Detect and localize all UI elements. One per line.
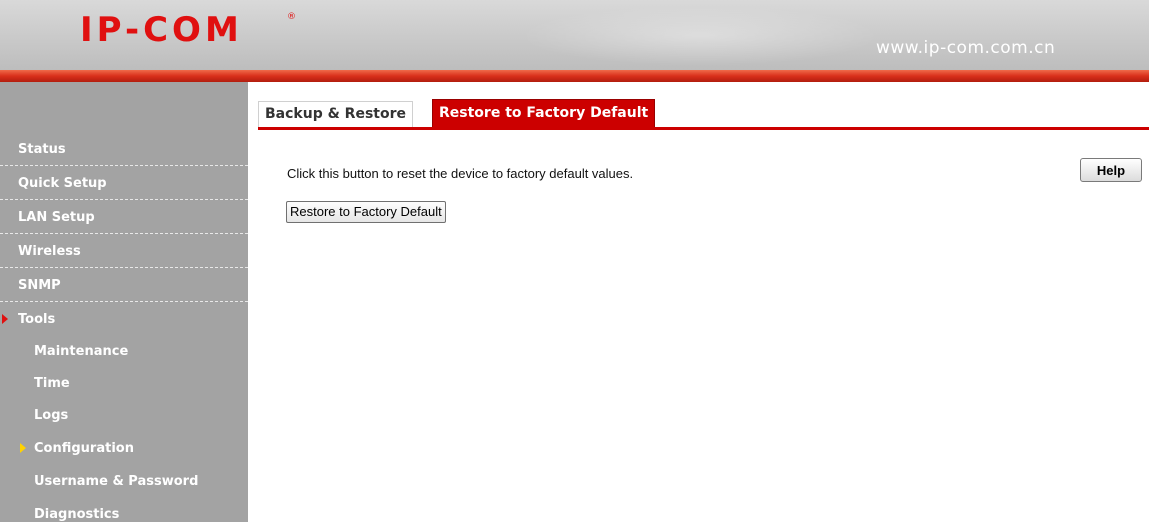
sidebar-item-tools[interactable]: Tools <box>0 303 248 336</box>
sidebar-nav: Status Quick Setup LAN Setup Wireless SN… <box>0 82 248 522</box>
tab-underline <box>258 127 1149 130</box>
header-red-bar <box>0 70 1149 82</box>
registered-mark: ® <box>287 12 296 22</box>
sidebar-subitem-logs[interactable]: Logs <box>0 399 248 432</box>
sidebar-item-status[interactable]: Status <box>0 133 248 166</box>
site-url: www.ip-com.com.cn <box>876 38 1056 58</box>
sidebar-item-label: Quick Setup <box>18 176 107 191</box>
sidebar-subitem-username-password[interactable]: Username & Password <box>0 465 248 498</box>
restore-description: Click this button to reset the device to… <box>287 166 634 181</box>
sidebar-subitem-diagnostics[interactable]: Diagnostics <box>0 498 248 531</box>
sidebar-item-label: Wireless <box>18 244 81 259</box>
sidebar-item-label: Logs <box>34 408 69 423</box>
configuration-active-arrow-icon <box>20 443 26 453</box>
sidebar-subitem-configuration[interactable]: Configuration <box>0 432 248 465</box>
sidebar-item-label: LAN Setup <box>18 210 95 225</box>
sidebar-subitem-maintenance[interactable]: Maintenance <box>0 335 248 368</box>
tab-backup-restore[interactable]: Backup & Restore <box>258 101 413 127</box>
sidebar-item-label: Status <box>18 142 66 157</box>
sidebar-item-label: Time <box>34 376 70 391</box>
sidebar-item-quick-setup[interactable]: Quick Setup <box>0 167 248 200</box>
help-button[interactable]: Help <box>1080 158 1142 182</box>
tab-bar: Backup & Restore Restore to Factory Defa… <box>258 98 1149 130</box>
sidebar-item-snmp[interactable]: SNMP <box>0 269 248 302</box>
world-map-decoration <box>520 6 880 66</box>
sidebar-item-label: Username & Password <box>34 474 199 489</box>
brand-logo: IP-COM <box>80 10 243 50</box>
sidebar-item-lan-setup[interactable]: LAN Setup <box>0 201 248 234</box>
tab-restore-factory-default[interactable]: Restore to Factory Default <box>432 99 656 127</box>
tools-active-arrow-icon <box>2 314 8 324</box>
sidebar-item-label: Diagnostics <box>34 507 120 522</box>
sidebar-item-label: SNMP <box>18 278 61 293</box>
sidebar-item-label: Tools <box>18 312 56 327</box>
sidebar-item-label: Maintenance <box>34 344 129 359</box>
restore-factory-default-button[interactable]: Restore to Factory Default <box>286 201 446 223</box>
sidebar-subitem-time[interactable]: Time <box>0 367 248 400</box>
header-banner: IP-COM ® www.ip-com.com.cn <box>0 0 1149 70</box>
sidebar-item-wireless[interactable]: Wireless <box>0 235 248 268</box>
sidebar-item-label: Configuration <box>34 441 134 456</box>
